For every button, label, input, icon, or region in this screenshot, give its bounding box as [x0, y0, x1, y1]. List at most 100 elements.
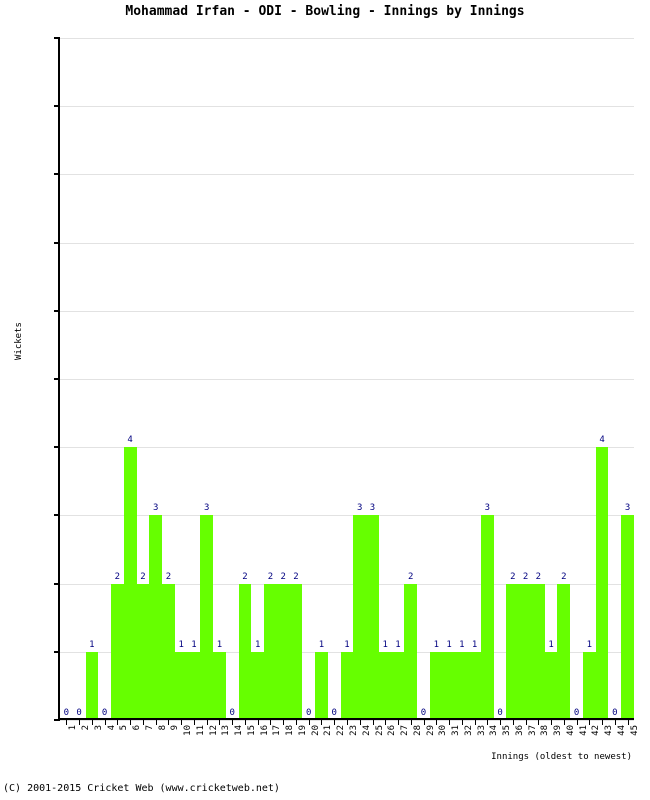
bar[interactable]: [174, 651, 188, 720]
bar-slot[interactable]: 1: [315, 38, 328, 720]
bar[interactable]: [111, 583, 124, 720]
bar-slot[interactable]: 1: [378, 38, 392, 720]
bar-slot[interactable]: 2: [238, 38, 252, 720]
bar[interactable]: [391, 651, 405, 720]
x-tick-label: 28: [412, 725, 423, 736]
bar-slot[interactable]: 2: [404, 38, 418, 720]
bar-slot[interactable]: 2: [289, 38, 303, 720]
bar-value-label: 1: [586, 639, 593, 650]
bar[interactable]: [289, 583, 303, 720]
bar-slot[interactable]: 3: [353, 38, 367, 720]
bar-slot[interactable]: 2: [506, 38, 520, 720]
bar[interactable]: [595, 447, 609, 720]
bar[interactable]: [582, 651, 596, 720]
bar-slot[interactable]: 1: [544, 38, 558, 720]
bar-slot[interactable]: 1: [455, 38, 469, 720]
bar-value-label: 0: [63, 708, 70, 718]
bar-slot[interactable]: 0: [73, 38, 86, 720]
bar[interactable]: [519, 583, 532, 720]
x-tick-label: 17: [272, 725, 283, 736]
bar[interactable]: [468, 651, 481, 720]
bar-value-label: 2: [242, 571, 248, 582]
bar[interactable]: [366, 515, 379, 720]
bar[interactable]: [162, 583, 175, 720]
bar[interactable]: [238, 583, 252, 720]
bar-slot[interactable]: 0: [98, 38, 111, 720]
bar[interactable]: [85, 651, 99, 720]
bar[interactable]: [621, 515, 634, 720]
bar[interactable]: [353, 515, 367, 720]
x-tick-mark: [551, 720, 553, 725]
bar-value-label: 3: [357, 503, 363, 514]
bar-slot[interactable]: 3: [366, 38, 379, 720]
bar-slot[interactable]: 0: [328, 38, 341, 720]
bar-slot[interactable]: 1: [340, 38, 354, 720]
bar-slot[interactable]: 1: [429, 38, 443, 720]
bar-slot[interactable]: 3: [480, 38, 494, 720]
bar[interactable]: [455, 651, 469, 720]
bar-slot[interactable]: 1: [442, 38, 456, 720]
x-tick-label: 32: [463, 725, 474, 736]
bar-slot[interactable]: 0: [417, 38, 430, 720]
bar-slot[interactable]: 1: [213, 38, 226, 720]
bar-slot[interactable]: 2: [531, 38, 545, 720]
bar[interactable]: [123, 447, 137, 720]
bar[interactable]: [429, 651, 443, 720]
bar-slot[interactable]: 2: [276, 38, 290, 720]
bar-value-label: 1: [254, 639, 261, 650]
x-tick-mark: [347, 720, 348, 725]
bar[interactable]: [404, 583, 418, 720]
bar[interactable]: [544, 651, 558, 720]
x-tick-label: 18: [285, 725, 296, 736]
bar-slot[interactable]: 2: [136, 38, 150, 720]
bar-slot[interactable]: 3: [621, 38, 634, 720]
bar-slot[interactable]: 0: [302, 38, 315, 720]
bar-value-label: 1: [446, 639, 452, 650]
bar[interactable]: [378, 651, 392, 720]
bar[interactable]: [480, 515, 494, 720]
bar-slot[interactable]: 2: [162, 38, 175, 720]
bar[interactable]: [531, 583, 545, 720]
bar-slot[interactable]: 1: [391, 38, 405, 720]
bar-slot[interactable]: 2: [264, 38, 277, 720]
bar-slot[interactable]: 1: [582, 38, 596, 720]
x-tick-mark: [372, 720, 374, 725]
bar[interactable]: [442, 651, 456, 720]
bar-slot[interactable]: 1: [468, 38, 481, 720]
bar-slot[interactable]: 3: [200, 38, 214, 720]
bar-slot[interactable]: 1: [85, 38, 99, 720]
bar[interactable]: [213, 651, 226, 720]
bar[interactable]: [251, 651, 265, 720]
x-tick-mark: [142, 720, 144, 725]
bar-slot[interactable]: 0: [494, 38, 507, 720]
x-tick-label: 42: [591, 725, 602, 736]
bar[interactable]: [149, 515, 163, 720]
bar[interactable]: [340, 651, 354, 720]
bar-slot[interactable]: 3: [149, 38, 163, 720]
bar[interactable]: [506, 583, 520, 720]
bar[interactable]: [264, 583, 277, 720]
bar-slot[interactable]: 4: [595, 38, 609, 720]
bar-slot[interactable]: 1: [187, 38, 201, 720]
bar[interactable]: [557, 583, 571, 720]
bar-value-label: 1: [191, 639, 197, 650]
bar[interactable]: [315, 651, 328, 720]
bar-value-label: 1: [395, 639, 401, 650]
bar-slot[interactable]: 1: [251, 38, 265, 720]
bar[interactable]: [187, 651, 201, 720]
bar[interactable]: [276, 583, 290, 720]
bar-slot[interactable]: 0: [570, 38, 583, 720]
bar-value-label: 2: [293, 571, 299, 582]
bar-slot[interactable]: 0: [226, 38, 239, 720]
bar-slot[interactable]: 0: [60, 38, 73, 720]
bar-slot[interactable]: 0: [608, 38, 621, 720]
x-tick-label: 4: [106, 725, 117, 731]
bar[interactable]: [200, 515, 214, 720]
bar[interactable]: [136, 583, 150, 720]
bar-slot[interactable]: 1: [174, 38, 188, 720]
bar-slot[interactable]: 2: [557, 38, 571, 720]
bar-slot[interactable]: 2: [519, 38, 532, 720]
bar-slot[interactable]: 4: [123, 38, 137, 720]
x-tick-mark: [244, 720, 246, 725]
bar-slot[interactable]: 2: [111, 38, 124, 720]
